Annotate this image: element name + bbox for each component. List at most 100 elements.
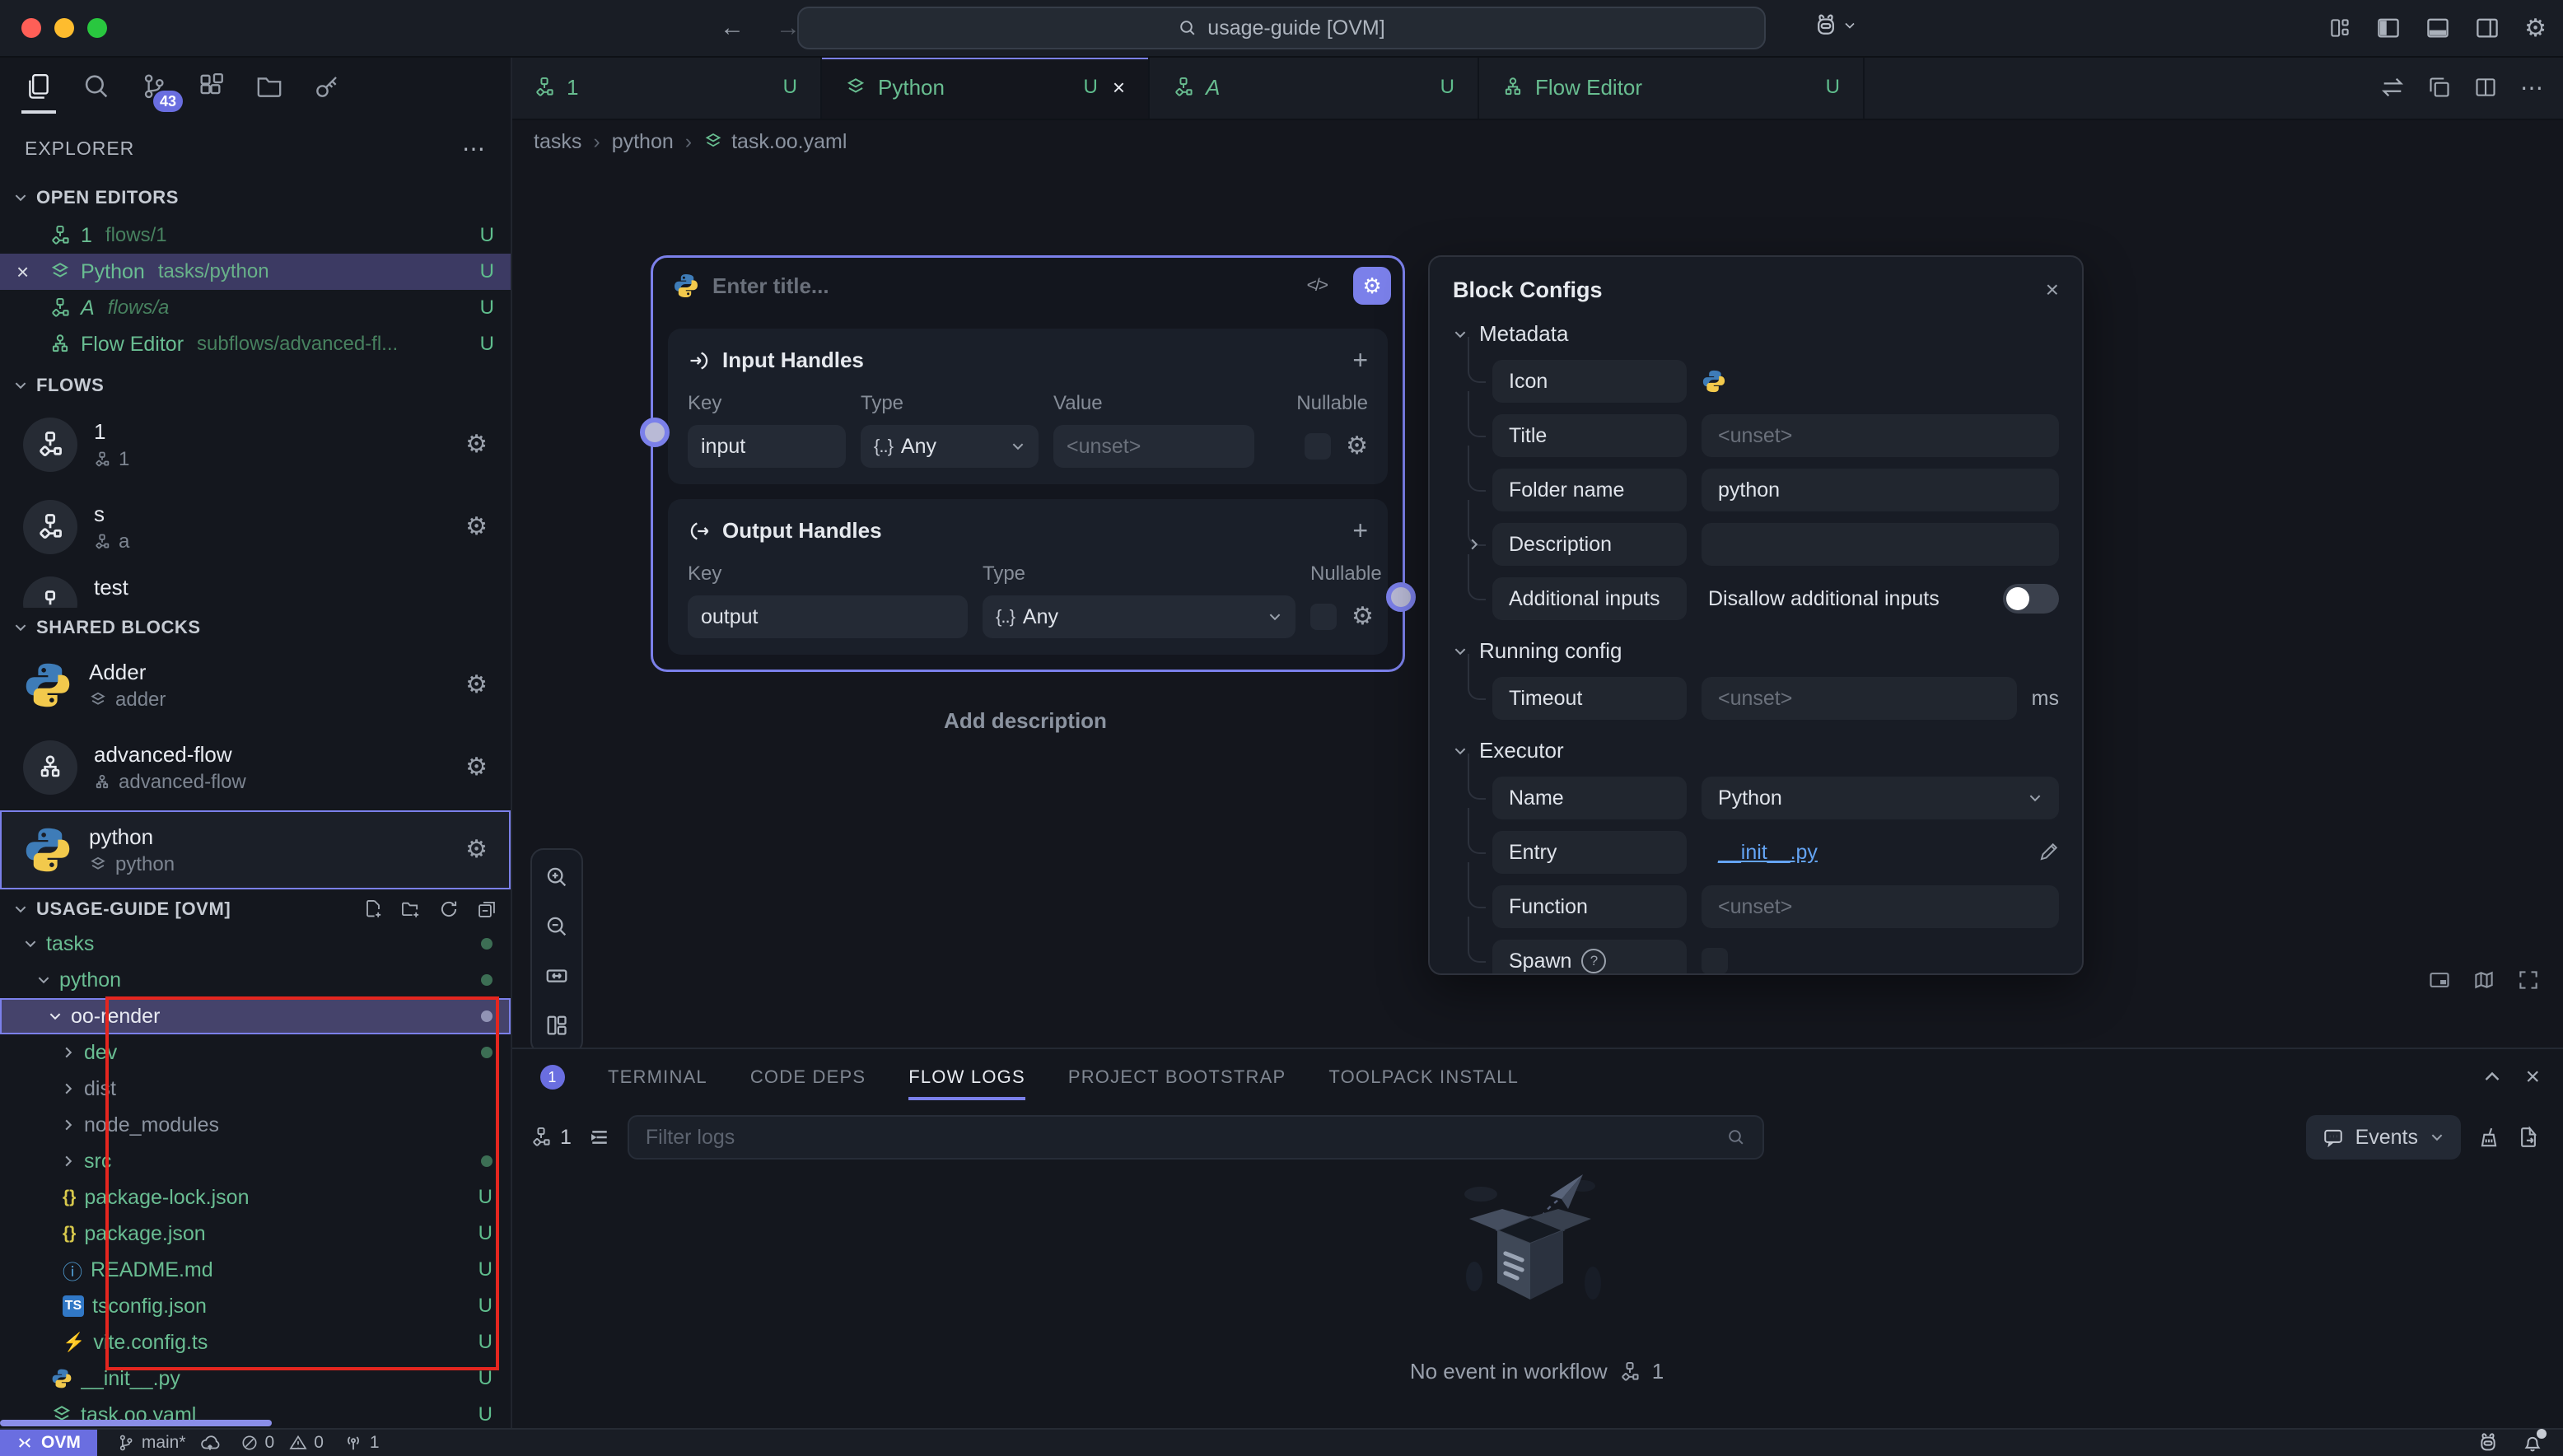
tree-file-tsconfig[interactable]: TS tsconfig.json U (0, 1288, 511, 1324)
fullscreen-icon[interactable] (2517, 968, 2540, 992)
branch-indicator[interactable]: main* (117, 1432, 221, 1454)
log-levels-icon[interactable] (588, 1126, 611, 1149)
layout-icon[interactable] (544, 1013, 569, 1038)
folder-view-icon[interactable] (255, 72, 283, 100)
assistant-menu[interactable] (1814, 13, 1856, 38)
remote-indicator[interactable]: OVM (0, 1430, 97, 1456)
panel-tab-ports[interactable]: 1 (530, 1049, 565, 1105)
open-editor-item[interactable]: Flow Editor subflows/advanced-fl... U (0, 326, 511, 362)
tree-file-package-json[interactable]: {} package.json U (0, 1216, 511, 1252)
workspace-section-header[interactable]: USAGE-GUIDE [OVM] (0, 893, 511, 926)
maximize-window-button[interactable] (87, 18, 107, 38)
robot-icon[interactable] (2477, 1432, 2499, 1454)
flow-list-item[interactable]: s a ⚙ (0, 488, 511, 567)
zoom-in-icon[interactable] (544, 865, 569, 889)
disallow-additional-inputs-toggle[interactable] (2003, 584, 2059, 614)
fit-view-icon[interactable] (544, 964, 569, 988)
tab-flow-1[interactable]: 1 U (511, 56, 822, 119)
tree-file-init-py[interactable]: __init__.py U (0, 1360, 511, 1397)
tree-file-vite-config[interactable]: ⚡ vite.config.ts U (0, 1324, 511, 1360)
help-icon[interactable]: ? (1581, 949, 1606, 973)
tree-folder-python[interactable]: python (0, 962, 511, 998)
customize-layout-icon[interactable] (2328, 16, 2351, 40)
problems-indicator[interactable]: 0 0 (240, 1433, 324, 1453)
command-center-search[interactable]: usage-guide [OVM] (797, 7, 1766, 49)
shared-blocks-section-header[interactable]: SHARED BLOCKS (0, 611, 511, 644)
gear-icon[interactable]: ⚙ (465, 755, 488, 780)
panel-tab-flow-logs[interactable]: FLOW LOGS (908, 1049, 1025, 1105)
horizontal-scrollbar[interactable] (0, 1420, 272, 1426)
timeout-input[interactable]: <unset> (1702, 677, 2017, 720)
flow-list-item[interactable]: test (0, 568, 511, 608)
source-control-view-icon[interactable]: 43 (140, 72, 168, 100)
add-handle-icon[interactable]: + (1352, 516, 1368, 546)
collapse-all-icon[interactable] (476, 898, 497, 920)
close-window-button[interactable] (21, 18, 41, 38)
node-title-input[interactable]: Enter title... (712, 273, 829, 299)
output-connection-handle[interactable] (1386, 582, 1416, 612)
tree-folder-dist[interactable]: dist (0, 1071, 511, 1107)
gear-icon[interactable]: ⚙ (1352, 604, 1374, 629)
close-icon[interactable]: × (16, 259, 40, 285)
flows-section-header[interactable]: FLOWS (0, 369, 511, 402)
more-actions-icon[interactable]: ⋯ (2520, 74, 2543, 101)
edit-pencil-icon[interactable] (2038, 842, 2059, 863)
tree-file-package-lock[interactable]: {} package-lock.json U (0, 1179, 511, 1216)
gear-icon[interactable]: ⚙ (1346, 434, 1368, 459)
tree-folder-oo-render[interactable]: oo-render (0, 998, 511, 1034)
handle-type-select[interactable]: {..}Any (861, 425, 1039, 468)
settings-gear-icon[interactable]: ⚙ (2524, 14, 2547, 43)
tree-folder-tasks[interactable]: tasks (0, 926, 511, 962)
tree-file-readme[interactable]: ⓘ README.md U (0, 1252, 511, 1288)
minimap-icon[interactable] (2428, 968, 2451, 992)
title-input[interactable]: <unset> (1702, 414, 2059, 457)
toggle-secondary-sidebar-icon[interactable] (2475, 16, 2500, 40)
toggle-panel-icon[interactable] (2425, 16, 2450, 40)
running-config-section-header[interactable]: Running config (1453, 638, 2059, 664)
toggle-primary-sidebar-icon[interactable] (2376, 16, 2401, 40)
tab-python-active[interactable]: Python U × (822, 56, 1150, 119)
entry-link[interactable]: __init__.py (1702, 831, 2023, 874)
nullable-checkbox[interactable] (1305, 433, 1331, 460)
node-settings-button[interactable]: ⚙ (1353, 267, 1391, 305)
refresh-icon[interactable] (438, 898, 460, 920)
events-dropdown[interactable]: Events (2306, 1115, 2461, 1160)
panel-tab-project-bootstrap[interactable]: PROJECT BOOTSTRAP (1068, 1049, 1286, 1105)
extensions-view-icon[interactable] (198, 72, 226, 100)
function-input[interactable]: <unset> (1702, 885, 2059, 928)
notifications-bell-icon[interactable] (2522, 1432, 2543, 1454)
explorer-view-icon[interactable] (25, 72, 53, 100)
block-node[interactable]: Enter title... </> ⚙ Input Handles + Key… (651, 255, 1405, 672)
nullable-checkbox[interactable] (1310, 604, 1337, 630)
zoom-out-icon[interactable] (544, 914, 569, 939)
input-connection-handle[interactable] (640, 418, 670, 447)
minimize-window-button[interactable] (54, 18, 74, 38)
new-folder-icon[interactable] (400, 898, 422, 920)
folder-name-input[interactable]: python (1702, 469, 2059, 511)
tree-folder-node-modules[interactable]: node_modules (0, 1107, 511, 1143)
maximize-panel-icon[interactable] (2482, 1067, 2502, 1087)
open-editor-item[interactable]: 1 flows/1 U (0, 217, 511, 254)
new-file-icon[interactable] (362, 898, 384, 920)
key-view-icon[interactable] (313, 72, 341, 100)
open-editor-item-active[interactable]: × Python tasks/python U (0, 254, 511, 290)
compare-changes-icon[interactable] (2380, 75, 2405, 100)
panel-tab-terminal[interactable]: TERMINAL (608, 1049, 707, 1105)
clear-logs-broom-icon[interactable] (2477, 1126, 2500, 1149)
close-icon[interactable]: × (2046, 277, 2059, 303)
open-editor-item[interactable]: A flows/a U (0, 290, 511, 326)
tab-flow-a[interactable]: A U (1150, 56, 1479, 119)
gear-icon[interactable]: ⚙ (465, 432, 488, 457)
chevron-right-icon[interactable] (1466, 537, 1482, 552)
panel-tab-toolpack-install[interactable]: TOOLPACK INSTALL (1328, 1049, 1519, 1105)
description-input[interactable] (1702, 523, 2059, 566)
tree-folder-src[interactable]: src (0, 1143, 511, 1179)
flow-reference[interactable]: 1 (530, 1126, 572, 1150)
gear-icon[interactable]: ⚙ (465, 673, 488, 698)
filter-logs-input[interactable]: Filter logs (628, 1115, 1764, 1160)
search-view-icon[interactable] (82, 72, 110, 100)
code-icon[interactable]: </> (1307, 276, 1327, 296)
add-description-button[interactable]: Add description (651, 708, 1400, 734)
handle-value-input[interactable]: <unset> (1053, 425, 1254, 468)
flow-canvas[interactable]: Enter title... </> ⚙ Input Handles + Key… (511, 165, 2563, 1048)
